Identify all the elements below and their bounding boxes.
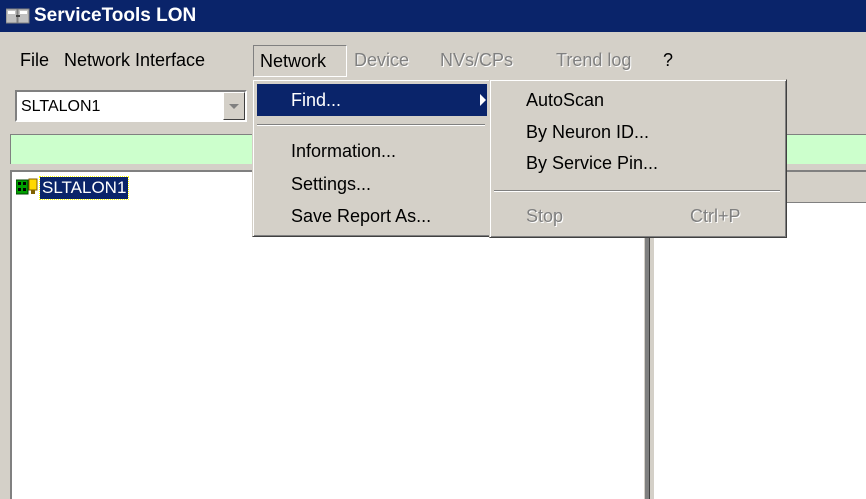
- menu-separator: [494, 190, 780, 192]
- menu-help[interactable]: ?: [663, 45, 673, 77]
- app-window: ServiceTools LON File Network Interface …: [0, 0, 866, 499]
- menu-item-find[interactable]: Find...: [257, 84, 487, 116]
- menu-trend-log[interactable]: Trend log: [556, 45, 631, 77]
- menu-item-stop-label: Stop: [526, 206, 564, 226]
- network-interface-icon: [16, 178, 38, 195]
- menu-network-interface[interactable]: Network Interface: [64, 45, 205, 77]
- menu-item-stop-shortcut: Ctrl+P: [690, 206, 741, 226]
- tree-node-sltalon1[interactable]: SLTALON1: [38, 176, 130, 200]
- find-submenu: AutoScan By Neuron ID... By Service Pin.…: [489, 79, 787, 238]
- menu-item-information[interactable]: Information...: [257, 135, 487, 167]
- menu-item-save-report-label: Save Report As...: [291, 206, 432, 226]
- title-bar[interactable]: ServiceTools LON: [0, 0, 866, 32]
- interface-select-dropdown-button[interactable]: [223, 92, 245, 120]
- window-title: ServiceTools LON: [34, 5, 197, 26]
- menu-item-by-service-pin[interactable]: By Service Pin...: [494, 147, 782, 179]
- menu-item-settings[interactable]: Settings...: [257, 168, 487, 200]
- menu-device[interactable]: Device: [354, 45, 409, 77]
- chevron-down-icon: [229, 104, 239, 109]
- menu-file[interactable]: File: [20, 45, 49, 77]
- app-icon: [6, 8, 30, 24]
- menu-item-save-report[interactable]: Save Report As...: [257, 200, 487, 232]
- menu-item-autoscan[interactable]: AutoScan: [494, 84, 782, 116]
- network-menu: Find... Information... Settings... Save …: [252, 79, 492, 237]
- menu-item-find-label: Find...: [291, 90, 342, 110]
- menu-item-by-neuron-id-label: By Neuron ID...: [526, 122, 650, 142]
- interface-select-value: SLTALON1: [21, 98, 101, 115]
- menu-item-autoscan-label: AutoScan: [526, 90, 605, 110]
- menu-item-by-neuron-id[interactable]: By Neuron ID...: [494, 116, 782, 148]
- menu-separator: [257, 124, 485, 126]
- submenu-arrow-icon: [480, 94, 486, 106]
- interface-select[interactable]: SLTALON1: [15, 90, 247, 122]
- menu-item-by-service-pin-label: By Service Pin...: [526, 153, 659, 173]
- menu-item-information-label: Information...: [291, 141, 397, 161]
- menu-bar: File Network Interface Network Device NV…: [0, 45, 866, 77]
- menu-network[interactable]: Network: [253, 45, 347, 77]
- menu-item-settings-label: Settings...: [291, 174, 372, 194]
- menu-nvs-cps[interactable]: NVs/CPs: [440, 45, 513, 77]
- menu-item-stop[interactable]: Stop Ctrl+P: [494, 200, 782, 232]
